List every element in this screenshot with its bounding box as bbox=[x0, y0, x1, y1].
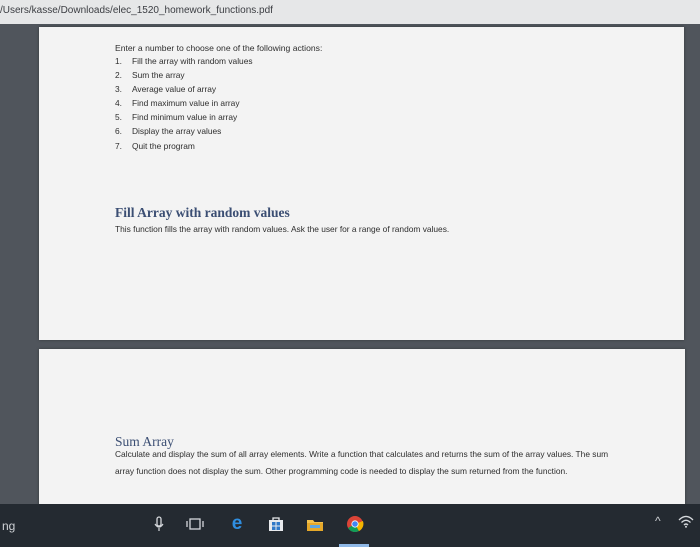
list-item: 5. Find minimum value in array bbox=[115, 112, 238, 123]
file-explorer-icon[interactable] bbox=[305, 514, 325, 534]
address-url[interactable]: /Users/kasse/Downloads/elec_1520_homewor… bbox=[0, 5, 273, 16]
edge-icon[interactable]: e bbox=[228, 513, 246, 534]
task-view-icon[interactable] bbox=[186, 514, 204, 534]
list-item: 4. Find maximum value in array bbox=[115, 98, 240, 109]
taskbar-partial-text: ng bbox=[2, 519, 16, 533]
menu-intro-text: Enter a number to choose one of the foll… bbox=[115, 43, 323, 53]
list-item: 3. Average value of array bbox=[115, 84, 217, 95]
list-item: 7. Quit the program bbox=[115, 140, 195, 151]
fill-array-heading: Fill Array with random values bbox=[115, 205, 290, 220]
pdf-viewer: Enter a number to choose one of the foll… bbox=[0, 24, 700, 509]
microphone-icon[interactable] bbox=[152, 514, 166, 534]
taskbar: ng e ^ bbox=[0, 504, 700, 547]
pdf-page-1: Enter a number to choose one of the foll… bbox=[39, 27, 684, 340]
list-item: 6. Display the array values bbox=[115, 126, 222, 137]
wifi-icon[interactable] bbox=[678, 514, 694, 533]
chrome-icon[interactable] bbox=[345, 514, 365, 534]
address-bar[interactable]: /Users/kasse/Downloads/elec_1520_homewor… bbox=[0, 0, 700, 25]
list-item: 2. Sum the array bbox=[115, 70, 185, 81]
chevron-up-icon[interactable]: ^ bbox=[655, 514, 661, 528]
menu-list: 1. Fill the array with random values 2. Su… bbox=[115, 54, 253, 153]
list-item: 1. Fill the array with random values bbox=[115, 56, 253, 66]
fill-array-description: This function fills the array with rando… bbox=[115, 224, 450, 234]
sum-array-description: Calculate and display the sum of all arr… bbox=[115, 449, 609, 476]
store-icon[interactable] bbox=[267, 514, 285, 534]
pdf-page-2: Sum Array Calculate and display the sum … bbox=[39, 349, 685, 509]
